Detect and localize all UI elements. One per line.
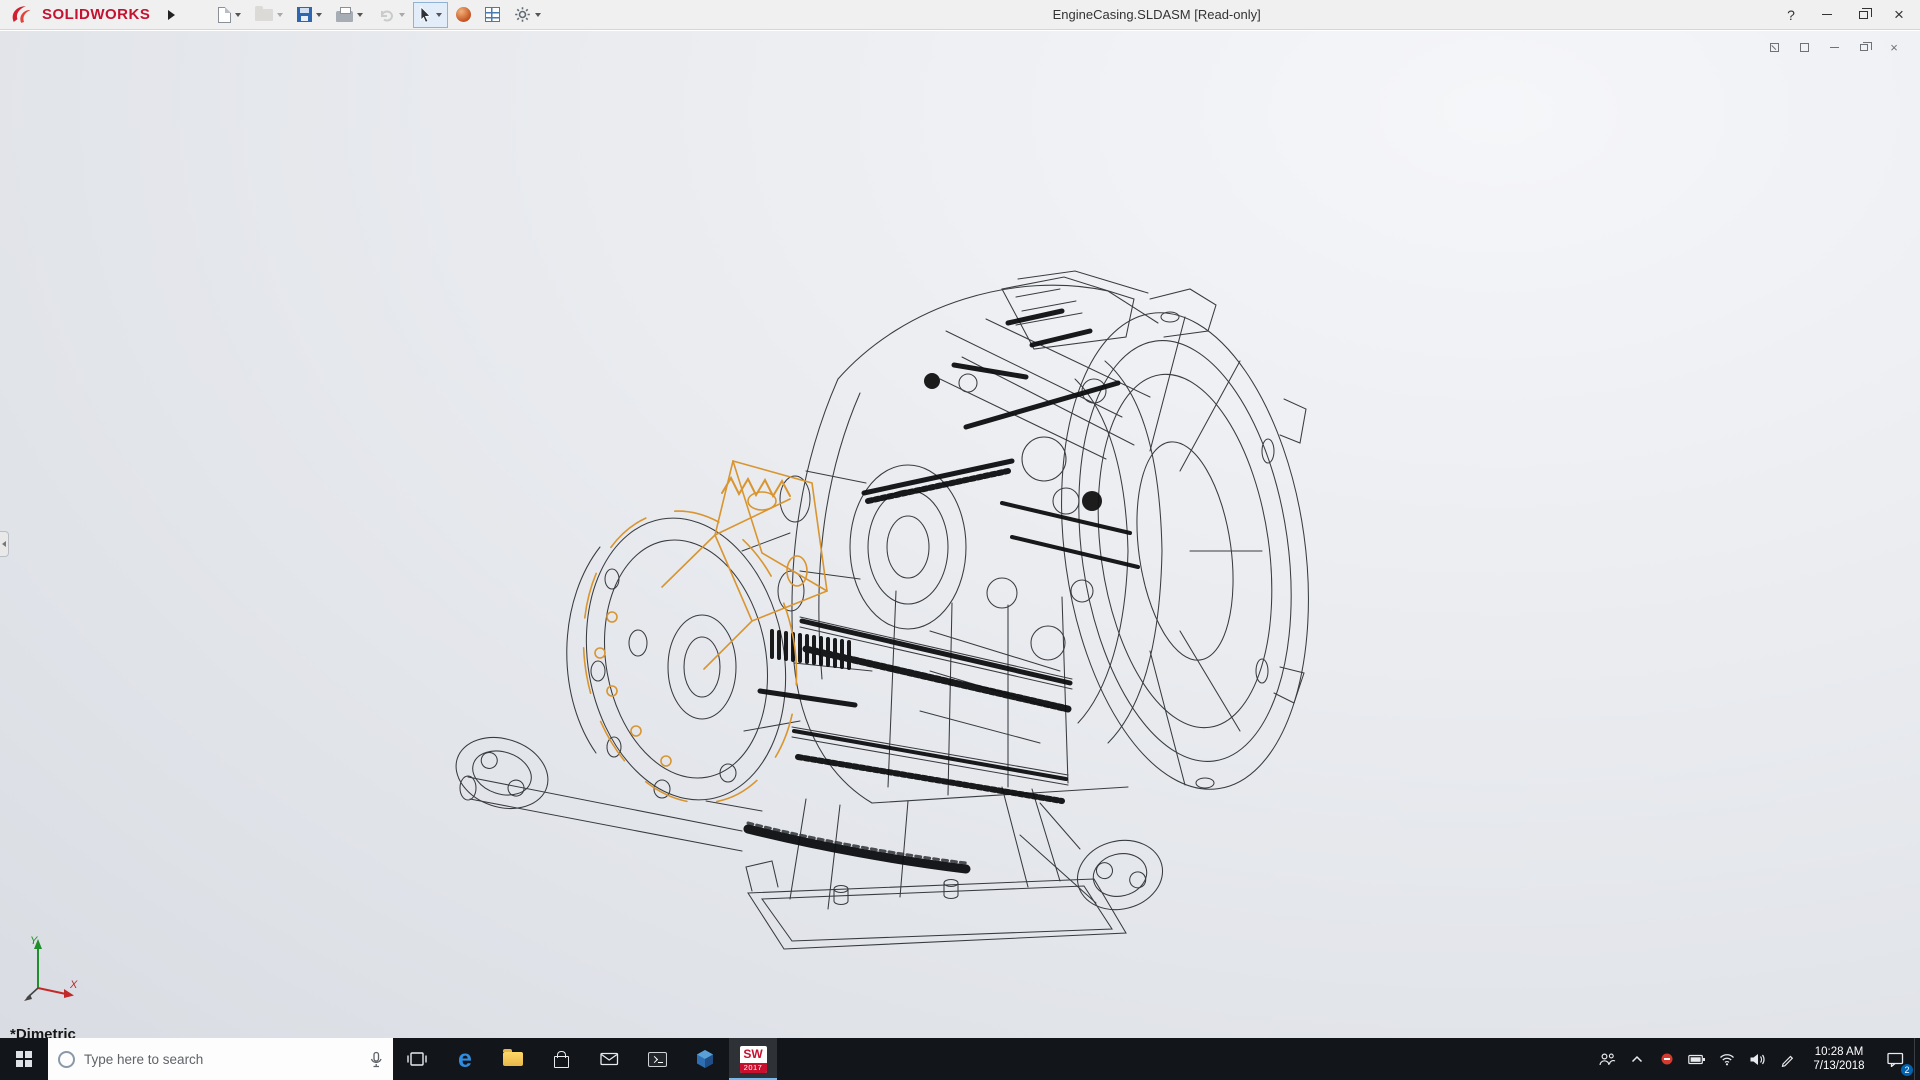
microphone-icon[interactable] (369, 1051, 383, 1068)
dropdown-caret-icon[interactable] (357, 13, 363, 17)
options-gear-icon (514, 6, 531, 23)
appearance-icon (456, 7, 471, 22)
open-folder-icon (255, 9, 273, 21)
select-cursor-icon (419, 6, 432, 23)
action-center-button[interactable]: 2 (1876, 1038, 1914, 1080)
show-desktop-button[interactable] (1914, 1038, 1920, 1080)
cortana-circle-icon (58, 1051, 75, 1068)
appearance-button[interactable] (450, 2, 477, 28)
properties-button[interactable] (479, 2, 506, 28)
menu-flyout-arrow-icon[interactable] (164, 6, 178, 24)
volume-icon (1749, 1053, 1766, 1066)
file-explorer-icon (503, 1052, 523, 1066)
clock-date: 7/13/2018 (1813, 1059, 1864, 1073)
notification-dot-icon (1660, 1052, 1674, 1066)
undo-button[interactable] (371, 2, 411, 28)
sw-tile-year: 2017 (740, 1063, 767, 1073)
taskbar-store-button[interactable] (537, 1038, 585, 1080)
taskbar-edge-button[interactable]: e (441, 1038, 489, 1080)
triad-x-label: X (69, 979, 78, 991)
print-button[interactable] (330, 2, 369, 28)
triad-y-label: Y (30, 935, 38, 947)
hidden-icons-button[interactable] (1622, 1038, 1652, 1080)
pen-icon (1780, 1052, 1795, 1067)
windows-start-icon (16, 1051, 33, 1068)
restore-icon (1859, 11, 1868, 19)
save-button[interactable] (291, 2, 328, 28)
orientation-triad: Y X (22, 932, 82, 1002)
task-view-button[interactable] (393, 1038, 441, 1080)
brand-name: SOLIDWORKS (42, 6, 150, 23)
help-button[interactable]: ? (1776, 4, 1806, 26)
graphics-area[interactable]: × (0, 31, 1920, 1038)
print-icon (336, 11, 353, 22)
taskbar-search[interactable] (48, 1038, 393, 1080)
dropdown-caret-icon[interactable] (316, 13, 322, 17)
engine-casing-wireframe (0, 31, 1920, 1038)
quick-access-toolbar (212, 2, 547, 28)
volume-button[interactable] (1742, 1038, 1772, 1080)
chevron-up-icon (1631, 1055, 1643, 1063)
people-icon (1598, 1052, 1617, 1067)
taskbar: e SW 2017 (0, 1038, 1920, 1080)
clock-time: 10:28 AM (1815, 1045, 1864, 1059)
new-document-icon (218, 7, 231, 23)
solidworks-2017-icon: SW 2017 (740, 1046, 767, 1073)
solidworks-window: SOLIDWORKS (0, 0, 1920, 1080)
taskbar-file-explorer-button[interactable] (489, 1038, 537, 1080)
dropdown-caret-icon[interactable] (235, 13, 241, 17)
dropdown-caret-icon[interactable] (399, 13, 405, 17)
dropdown-caret-icon[interactable] (277, 13, 283, 17)
wifi-icon (1719, 1053, 1735, 1066)
select-button[interactable] (413, 2, 448, 28)
pen-settings-button[interactable] (1772, 1038, 1802, 1080)
terminal-icon (648, 1052, 667, 1067)
open-button[interactable] (249, 2, 289, 28)
taskbar-solidworks-button[interactable]: SW 2017 (729, 1038, 777, 1080)
window-title: EngineCasing.SLDASM [Read-only] (547, 7, 1766, 22)
solidworks-logo: SOLIDWORKS (10, 4, 150, 25)
view-orientation-label: *Dimetric (10, 1026, 76, 1038)
window-controls: ? × (1776, 4, 1914, 26)
save-icon (297, 7, 312, 22)
minimize-button[interactable] (1812, 4, 1842, 26)
taskbar-terminal-button[interactable] (633, 1038, 681, 1080)
notification-badge: 2 (1900, 1063, 1914, 1077)
battery-icon (1688, 1054, 1706, 1065)
properties-icon (485, 7, 500, 22)
store-icon (554, 1056, 569, 1068)
dropdown-caret-icon[interactable] (436, 13, 442, 17)
people-button[interactable] (1592, 1038, 1622, 1080)
task-view-icon (406, 1051, 428, 1067)
solidworks-logo-icon (10, 4, 38, 25)
titlebar: SOLIDWORKS (0, 0, 1920, 30)
taskbar-mail-button[interactable] (585, 1038, 633, 1080)
search-input[interactable] (84, 1052, 360, 1067)
tray-notification-button[interactable] (1652, 1038, 1682, 1080)
taskbar-cad-app-button[interactable] (681, 1038, 729, 1080)
close-button[interactable]: × (1884, 4, 1914, 26)
battery-button[interactable] (1682, 1038, 1712, 1080)
minimize-icon (1822, 14, 1832, 15)
undo-icon (377, 8, 395, 22)
close-icon: × (1894, 6, 1904, 23)
options-button[interactable] (508, 2, 547, 28)
edge-icon: e (458, 1047, 472, 1072)
start-button[interactable] (0, 1038, 48, 1080)
cad-cube-icon (695, 1049, 715, 1069)
new-document-button[interactable] (212, 2, 247, 28)
dropdown-caret-icon[interactable] (535, 13, 541, 17)
maximize-restore-button[interactable] (1848, 4, 1878, 26)
sw-tile-label: SW (740, 1046, 767, 1063)
network-button[interactable] (1712, 1038, 1742, 1080)
mail-icon (600, 1052, 619, 1066)
tray-clock[interactable]: 10:28 AM 7/13/2018 (1802, 1038, 1876, 1080)
